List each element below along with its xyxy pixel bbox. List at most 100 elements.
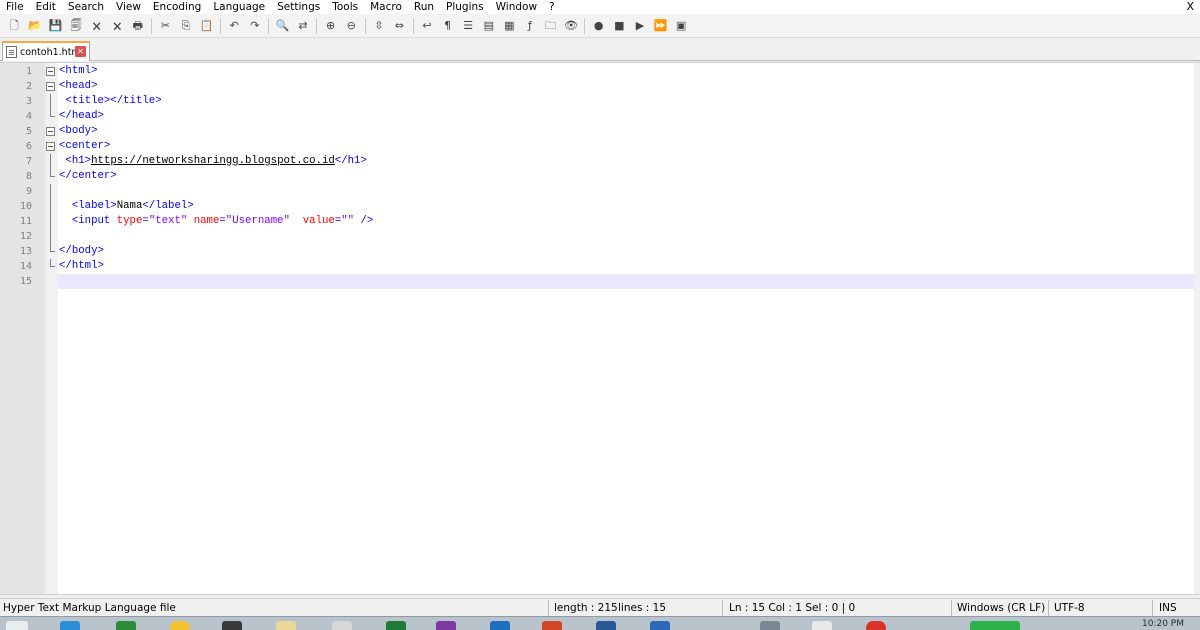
- app3-icon[interactable]: [866, 621, 886, 630]
- fold-guide: [46, 229, 55, 244]
- code-line[interactable]: 5 <body>: [26, 124, 1194, 139]
- outlook-icon[interactable]: [490, 621, 510, 630]
- excel-icon[interactable]: [386, 621, 406, 630]
- new-file-icon[interactable]: 🗋: [6, 18, 22, 34]
- menu-window[interactable]: Window: [490, 0, 543, 14]
- print-icon[interactable]: 🖶: [130, 18, 146, 34]
- undo-icon[interactable]: ↶: [226, 18, 242, 34]
- line-number: 13: [19, 246, 32, 257]
- code-token: <head>: [59, 80, 98, 92]
- play-macro-icon[interactable]: ▶: [632, 18, 648, 34]
- browser-icon[interactable]: [60, 621, 80, 630]
- tab-bar: contoh1.html ✕: [0, 39, 1200, 61]
- code-line[interactable]: 15: [20, 274, 1194, 289]
- menu-view[interactable]: View: [110, 0, 147, 14]
- zoom-in-icon[interactable]: ⊕: [323, 18, 339, 34]
- find-icon[interactable]: 🔍: [274, 18, 290, 34]
- indent-guide-icon[interactable]: ☰: [460, 18, 476, 34]
- word-icon[interactable]: [596, 621, 616, 630]
- toolbar-separator: [151, 17, 153, 34]
- close-tab-icon[interactable]: ✕: [75, 46, 86, 57]
- close-all-icon[interactable]: 🗙: [109, 18, 125, 34]
- run-macro-multiple-icon[interactable]: ⏩: [653, 18, 669, 34]
- chrome-icon[interactable]: [170, 621, 190, 630]
- code-line[interactable]: 11 <input type="text" name="Username" va…: [20, 214, 1194, 229]
- fold-toggle-icon[interactable]: [46, 139, 55, 154]
- code-line[interactable]: 10 <label>Nama</label>: [20, 199, 1194, 214]
- menu-help[interactable]: ?: [543, 0, 561, 14]
- record-macro-icon[interactable]: ●: [591, 18, 607, 34]
- cut-icon[interactable]: ✂: [157, 18, 173, 34]
- save-icon[interactable]: 💾: [47, 18, 63, 34]
- notepad-icon[interactable]: [276, 621, 296, 630]
- menu-search[interactable]: Search: [62, 0, 110, 14]
- code-line[interactable]: 3 <title></title>: [26, 94, 1194, 109]
- start-button-icon[interactable]: [6, 621, 28, 630]
- code-token: name: [193, 215, 220, 227]
- status-eol[interactable]: Windows (CR LF): [957, 599, 1045, 617]
- udl-icon[interactable]: ▤: [481, 18, 497, 34]
- fold-toggle-icon[interactable]: [46, 79, 55, 94]
- copy-icon[interactable]: ⎘: [178, 18, 194, 34]
- onenote-icon[interactable]: [436, 621, 456, 630]
- doc-map-icon[interactable]: ▦: [501, 18, 517, 34]
- terminal-icon[interactable]: [222, 621, 242, 630]
- code-text: <body>: [59, 124, 97, 139]
- monitoring-icon[interactable]: 👁: [563, 18, 579, 34]
- code-line[interactable]: 14 </html>: [20, 259, 1194, 274]
- close-document-button[interactable]: X: [1186, 0, 1194, 14]
- notepadpp-icon[interactable]: [812, 621, 832, 630]
- line-number: 4: [25, 111, 32, 122]
- menu-macro[interactable]: Macro: [364, 0, 408, 14]
- open-file-icon[interactable]: 📂: [27, 18, 43, 34]
- menu-language[interactable]: Language: [207, 0, 271, 14]
- menu-tools[interactable]: Tools: [326, 0, 364, 14]
- app2-icon[interactable]: [760, 621, 780, 630]
- powerpoint-icon[interactable]: [542, 621, 562, 630]
- code-text: </body>: [59, 244, 104, 259]
- menu-encoding[interactable]: Encoding: [147, 0, 207, 14]
- code-line[interactable]: 13 </body>: [20, 244, 1194, 259]
- line-number: 8: [25, 171, 32, 182]
- code-line[interactable]: 1 <html>: [26, 64, 1194, 79]
- code-line[interactable]: 7 <h1>https://networksharingg.blogspot.c…: [26, 154, 1194, 169]
- code-area[interactable]: 1 <html> 2 <head> 3 <title></title> 4 </head> 5…: [20, 63, 1194, 594]
- code-line[interactable]: 9: [26, 184, 1194, 199]
- redo-icon[interactable]: ↷: [247, 18, 263, 34]
- code-editor[interactable]: 1 <html> 2 <head> 3 <title></title> 4 </head> 5…: [0, 62, 1200, 595]
- security-icon[interactable]: [650, 621, 670, 630]
- folder-icon[interactable]: [332, 621, 352, 630]
- code-line[interactable]: 2 <head>: [26, 79, 1194, 94]
- code-line[interactable]: 6 <center>: [26, 139, 1194, 154]
- menu-plugins[interactable]: Plugins: [440, 0, 490, 14]
- app-icon[interactable]: [116, 621, 136, 630]
- fold-toggle-icon[interactable]: [46, 124, 55, 139]
- fold-toggle-icon[interactable]: [46, 64, 55, 79]
- save-macro-icon[interactable]: ▣: [673, 18, 689, 34]
- code-line[interactable]: 8 </center>: [26, 169, 1194, 184]
- code-token: <center>: [59, 140, 111, 152]
- tab-contoh1-html[interactable]: contoh1.html ✕: [2, 41, 90, 61]
- function-list-icon[interactable]: ƒ: [522, 18, 538, 34]
- paste-icon[interactable]: 📋: [199, 18, 215, 34]
- tray-app-icon[interactable]: [970, 621, 1020, 630]
- menu-edit[interactable]: Edit: [30, 0, 62, 14]
- sync-horizontal-icon[interactable]: ⇔: [391, 18, 407, 34]
- word-wrap-icon[interactable]: ↩: [419, 18, 435, 34]
- code-line[interactable]: 12: [20, 229, 1194, 244]
- vertical-scrollbar[interactable]: [1194, 63, 1200, 594]
- code-link[interactable]: https://networksharingg.blogspot.co.id: [91, 155, 335, 167]
- folder-workspace-icon[interactable]: 🗀: [543, 18, 559, 34]
- menu-settings[interactable]: Settings: [271, 0, 326, 14]
- stop-record-icon[interactable]: ■: [611, 18, 627, 34]
- menu-file[interactable]: File: [0, 0, 30, 14]
- sync-vertical-icon[interactable]: ⇳: [371, 18, 387, 34]
- replace-icon[interactable]: ⇄: [295, 18, 311, 34]
- menu-run[interactable]: Run: [408, 0, 440, 14]
- code-line[interactable]: 4 </head>: [26, 109, 1194, 124]
- zoom-out-icon[interactable]: ⊖: [343, 18, 359, 34]
- save-all-icon[interactable]: 🗐: [68, 18, 84, 34]
- fold-guide: [46, 184, 55, 199]
- show-all-chars-icon[interactable]: ¶: [440, 18, 456, 34]
- close-icon[interactable]: 🗙: [89, 18, 105, 34]
